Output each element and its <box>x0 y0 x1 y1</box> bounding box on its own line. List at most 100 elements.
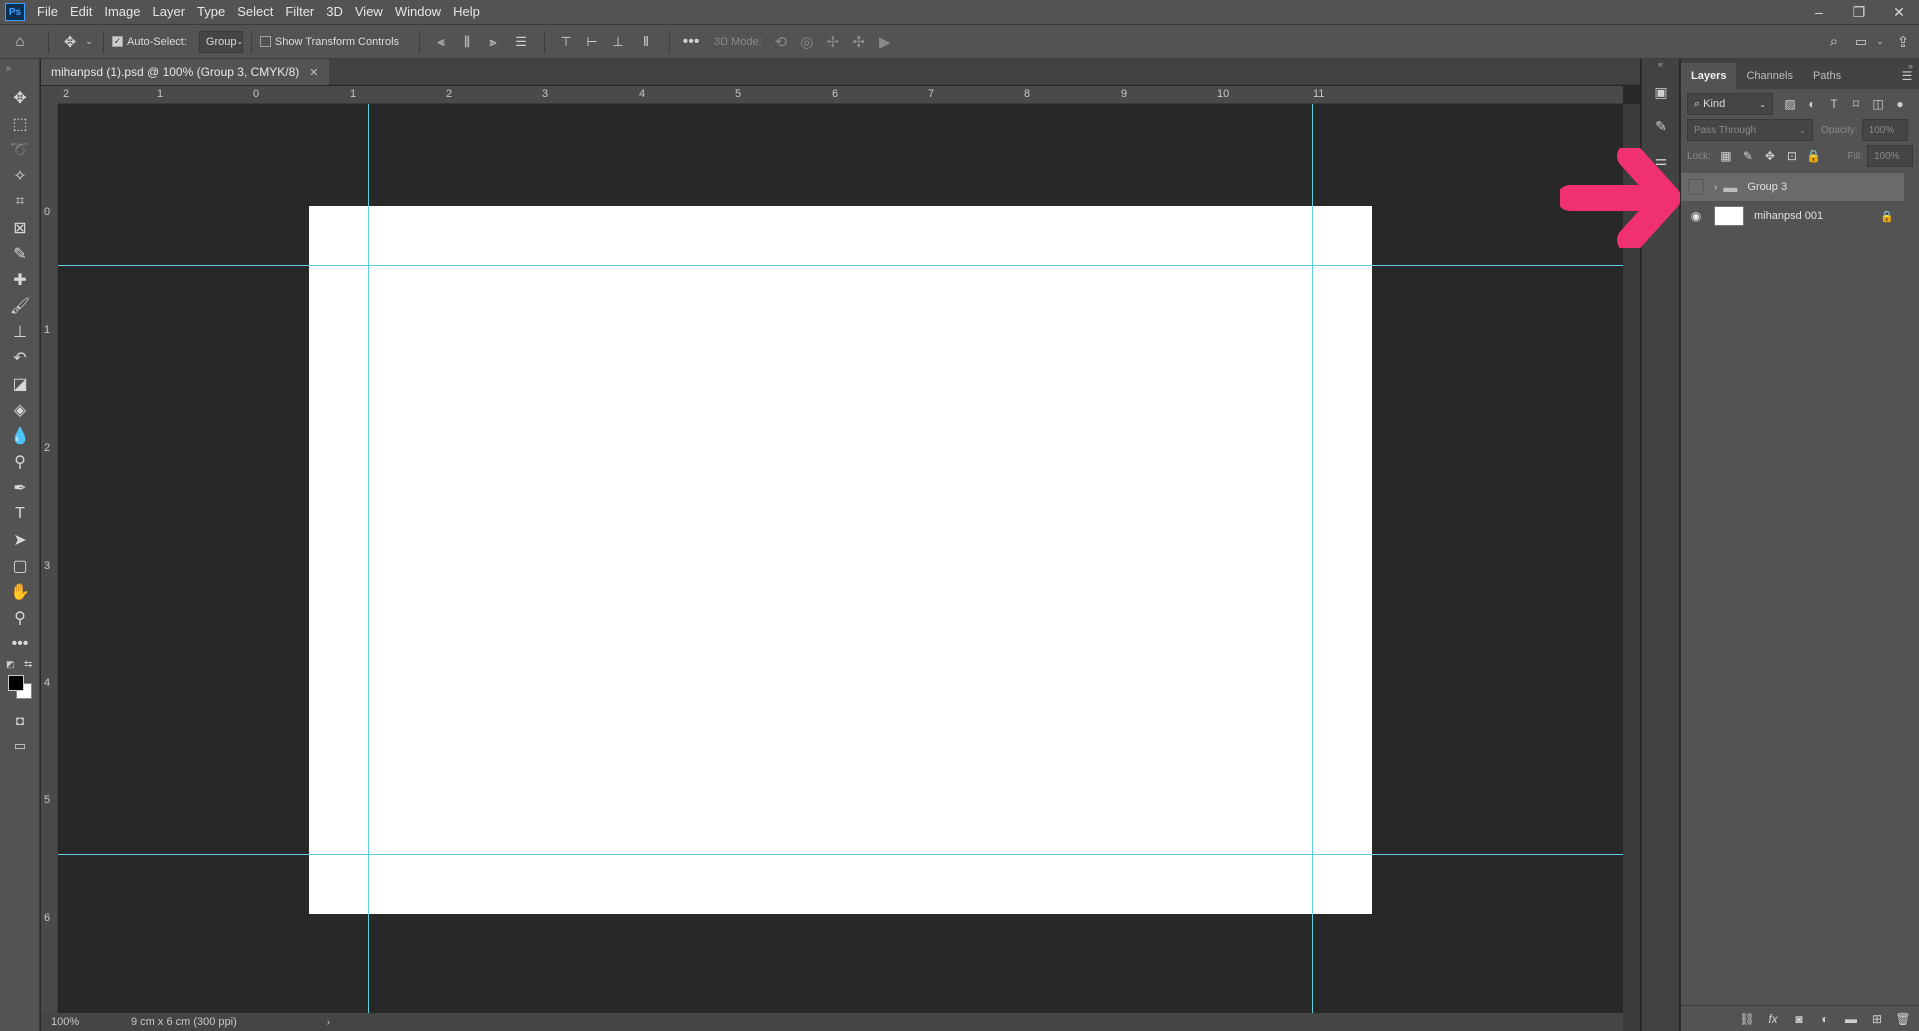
document-tab[interactable]: mihanpsd (1).psd @ 100% (Group 3, CMYK/8… <box>41 59 329 85</box>
fill-input[interactable]: 100% <box>1867 145 1913 167</box>
tab-paths[interactable]: Paths <box>1803 63 1851 89</box>
menu-edit[interactable]: Edit <box>64 0 98 24</box>
layer-row-pixel[interactable]: ◉ mihanpsd 001 🔒 <box>1681 202 1904 230</box>
share-icon[interactable]: ⇪ <box>1887 33 1919 51</box>
align-center-horizontal-icon[interactable]: ⫼ <box>454 34 480 50</box>
blur-tool-icon[interactable]: 💧 <box>0 423 40 449</box>
foreground-color-swatch[interactable] <box>8 675 24 691</box>
distribute-horizontal-icon[interactable]: ☰ <box>506 34 536 50</box>
new-layer-icon[interactable]: ⊞ <box>1864 1009 1890 1029</box>
vertical-ruler[interactable]: 0 1 2 3 4 5 6 <box>41 104 58 1013</box>
lock-artboard-icon[interactable]: ⊡ <box>1781 146 1803 166</box>
more-options-icon[interactable]: ••• <box>678 33 704 51</box>
layer-name[interactable]: Group 3 <box>1747 181 1787 193</box>
eraser-tool-icon[interactable]: ◪ <box>0 371 40 397</box>
align-bottom-icon[interactable]: ⊥ <box>605 34 631 50</box>
brush-settings-icon[interactable]: ✎ <box>1642 109 1680 143</box>
screen-mode-icon[interactable]: ▭ <box>0 733 40 759</box>
dodge-tool-icon[interactable]: ⚲ <box>0 449 40 475</box>
adjustment-layer-icon[interactable]: ◐ <box>1812 1009 1838 1029</box>
zoom-tool-icon[interactable]: ⚲ <box>0 605 40 631</box>
shape-tool-icon[interactable]: ▢ <box>0 553 40 579</box>
menu-layer[interactable]: Layer <box>147 0 192 24</box>
ruler-origin[interactable] <box>41 86 58 104</box>
menu-type[interactable]: Type <box>191 0 231 24</box>
history-brush-tool-icon[interactable]: ↶ <box>0 345 40 371</box>
zoom-level[interactable]: 100% <box>51 1016 111 1028</box>
filter-shape-icon[interactable]: ⌑ <box>1845 94 1867 114</box>
show-transform-checkbox[interactable]: Show Transform Controls <box>259 36 399 48</box>
menu-select[interactable]: Select <box>231 0 279 24</box>
distribute-vertical-icon[interactable]: ⦀ <box>631 34 661 50</box>
filter-adjustment-icon[interactable]: ◐ <box>1801 94 1823 114</box>
align-middle-icon[interactable]: ⊢ <box>579 34 605 50</box>
clone-stamp-tool-icon[interactable]: ⊥ <box>0 319 40 345</box>
search-icon[interactable]: ⌕ <box>1819 33 1849 50</box>
menu-file[interactable]: File <box>31 0 64 24</box>
menu-3d[interactable]: 3D <box>320 0 349 24</box>
filter-kind-dropdown[interactable]: ⌕ Kind ⌄ <box>1687 93 1773 115</box>
trash-icon[interactable]: 🗑 <box>1890 1009 1916 1029</box>
learn-panel-icon[interactable]: ▣ <box>1642 75 1680 109</box>
crop-tool-icon[interactable]: ⌗ <box>0 189 40 215</box>
filter-type-icon[interactable]: T <box>1823 94 1845 114</box>
align-left-icon[interactable]: ⫷ <box>428 34 454 50</box>
guide-horizontal[interactable] <box>58 854 1623 855</box>
menu-help[interactable]: Help <box>447 0 486 24</box>
chevron-right-icon[interactable]: › <box>327 1017 330 1028</box>
collapse-panel-icon[interactable]: » <box>1908 61 1913 71</box>
home-icon[interactable]: ⌂ <box>0 33 40 50</box>
menu-image[interactable]: Image <box>98 0 146 24</box>
lock-transparent-icon[interactable]: ▦ <box>1715 146 1737 166</box>
path-selection-tool-icon[interactable]: ➤ <box>0 527 40 553</box>
swap-colors-icon[interactable]: ⇆ <box>24 659 32 670</box>
chevron-down-icon[interactable]: ⌄ <box>83 36 95 47</box>
filter-smart-object-icon[interactable]: ◫ <box>1867 94 1889 114</box>
link-layers-icon[interactable]: ⛓ <box>1734 1009 1760 1029</box>
3d-roll-icon[interactable]: ◎ <box>794 33 820 51</box>
eyedropper-tool-icon[interactable]: ✎ <box>0 241 40 267</box>
chevron-right-icon[interactable]: › <box>1714 182 1717 193</box>
filter-pixel-icon[interactable]: ▨ <box>1779 94 1801 114</box>
fx-icon[interactable]: fx <box>1760 1009 1786 1029</box>
workspace-icon[interactable]: ▭ <box>1849 34 1873 50</box>
pen-tool-icon[interactable]: ✒ <box>0 475 40 501</box>
menu-filter[interactable]: Filter <box>279 0 320 24</box>
guide-vertical[interactable] <box>1312 104 1313 1013</box>
chevron-down-icon[interactable]: ⌄ <box>1873 36 1887 47</box>
restore-icon[interactable]: ❐ <box>1839 0 1879 24</box>
tab-layers[interactable]: Layers <box>1681 63 1737 89</box>
lasso-tool-icon[interactable]: ➰ <box>0 137 40 163</box>
paint-bucket-tool-icon[interactable]: ◈ <box>0 397 40 423</box>
layer-name[interactable]: mihanpsd 001 <box>1754 210 1823 222</box>
eye-icon[interactable]: ◉ <box>1688 208 1704 224</box>
hand-tool-icon[interactable]: ✋ <box>0 579 40 605</box>
3d-camera-icon[interactable]: ▶ <box>872 33 898 51</box>
tab-channels[interactable]: Channels <box>1736 63 1802 89</box>
3d-pan-icon[interactable]: ✢ <box>820 33 846 51</box>
horizontal-ruler[interactable]: 2 1 0 1 2 3 4 5 6 7 8 9 10 11 <box>58 86 1623 104</box>
color-swatches[interactable]: ◩ ⇆ <box>0 657 40 707</box>
visibility-off-icon[interactable] <box>1688 179 1704 195</box>
3d-slide-icon[interactable]: ✣ <box>846 33 872 51</box>
filter-toggle-icon[interactable]: ● <box>1889 94 1911 114</box>
move-tool-icon[interactable]: ✥ <box>0 85 40 111</box>
healing-brush-tool-icon[interactable]: ✚ <box>0 267 40 293</box>
new-group-icon[interactable]: ▬ <box>1838 1009 1864 1029</box>
magic-wand-tool-icon[interactable]: ✧ <box>0 163 40 189</box>
align-right-icon[interactable]: ⫸ <box>480 34 506 50</box>
edit-toolbar-icon[interactable]: ••• <box>0 631 40 657</box>
lock-all-icon[interactable]: 🔒 <box>1803 146 1825 166</box>
lock-pixels-icon[interactable]: ✎ <box>1737 146 1759 166</box>
brush-tool-icon[interactable]: 🖌 <box>0 293 40 319</box>
marquee-tool-icon[interactable]: ⬚ <box>0 111 40 137</box>
document-canvas[interactable] <box>309 206 1372 914</box>
quick-mask-icon[interactable]: ◘ <box>0 707 40 733</box>
move-tool-icon[interactable]: ✥ <box>57 33 83 51</box>
collapse-dock-icon[interactable]: « <box>1642 59 1679 75</box>
close-icon[interactable]: ✕ <box>1879 0 1919 24</box>
3d-orbit-icon[interactable]: ⟲ <box>768 33 794 51</box>
menu-view[interactable]: View <box>349 0 389 24</box>
guide-vertical[interactable] <box>368 104 369 1013</box>
blend-mode-dropdown[interactable]: Pass Through ⌄ <box>1687 119 1813 141</box>
